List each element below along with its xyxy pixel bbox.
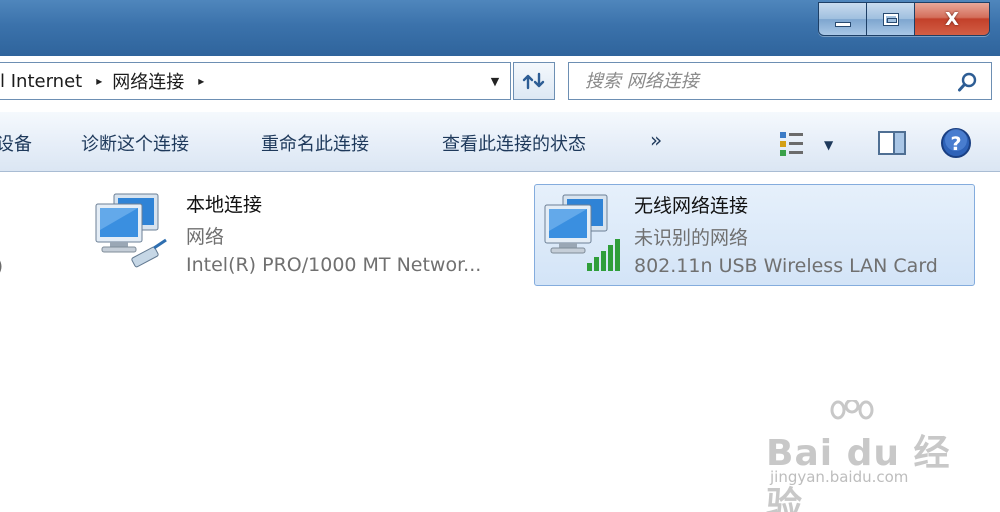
chevron-down-icon: ▼ [490,74,500,88]
command-toolbar: 设备 诊断这个连接 重命名此连接 查看此连接的状态 » [0,112,1000,172]
search-input[interactable] [569,64,949,98]
help-icon[interactable]: ? [940,127,972,159]
toolbar-item-device[interactable]: 设备 [0,130,32,156]
refresh-button[interactable] [513,62,555,100]
search-icon[interactable] [957,71,979,93]
caption-buttons: X [818,2,990,36]
search-box [568,62,992,100]
breadcrumb: l Internet ▸ 网络连接 ▸ [0,68,214,94]
connection-status: 网络 [186,226,225,248]
connection-name: 无线网络连接 [634,195,749,217]
watermark-url: jingyan.baidu.com [770,468,909,486]
refresh-icon [522,72,545,90]
breadcrumb-item-internet[interactable]: l Internet [0,71,82,92]
connection-item-wireless[interactable]: 无线网络连接 未识别的网络 802.11n USB Wireless LAN C… [534,184,975,286]
baidu-watermark: Bai du 经验 jingyan.baidu.com [760,400,980,512]
wired-network-icon [95,193,167,268]
svg-text:?: ? [950,133,961,155]
breadcrumb-item-network-connections[interactable]: 网络连接 [112,68,184,94]
connection-status: 未识别的网络 [634,227,749,249]
toolbar-item-rename[interactable]: 重命名此连接 [261,130,369,156]
close-icon: X [945,8,959,30]
toolbar-item-view-status[interactable]: 查看此连接的状态 [442,130,586,156]
address-bar[interactable]: l Internet ▸ 网络连接 ▸ ▼ [0,62,511,100]
toolbar-more-button[interactable]: » [650,128,662,152]
breadcrumb-separator-icon[interactable]: ▸ [96,74,102,88]
close-button[interactable]: X [915,3,989,35]
breadcrumb-separator-icon[interactable]: ▸ [198,74,204,88]
toolbar-item-diagnose[interactable]: 诊断这个连接 [81,130,189,156]
connection-name: 本地连接 [186,194,263,216]
minimize-button[interactable] [819,3,867,35]
view-options-dropdown[interactable]: ▼ [824,138,833,152]
preview-pane-icon[interactable] [877,129,907,157]
partial-item-text: ) [0,256,3,277]
title-bar: X [0,0,1000,56]
address-history-dropdown[interactable]: ▼ [480,63,510,99]
maximize-icon [882,12,899,26]
maximize-button[interactable] [867,3,915,35]
wireless-network-icon [544,194,620,271]
connection-device: Intel(R) PRO/1000 MT Networ... [186,254,482,276]
minimize-icon [834,21,851,27]
connection-device: 802.11n USB Wireless LAN Card [634,255,938,277]
connection-item-local[interactable]: 本地连接 网络 Intel(R) PRO/1000 MT Networ... [86,184,526,284]
change-view-icon[interactable] [778,130,808,158]
